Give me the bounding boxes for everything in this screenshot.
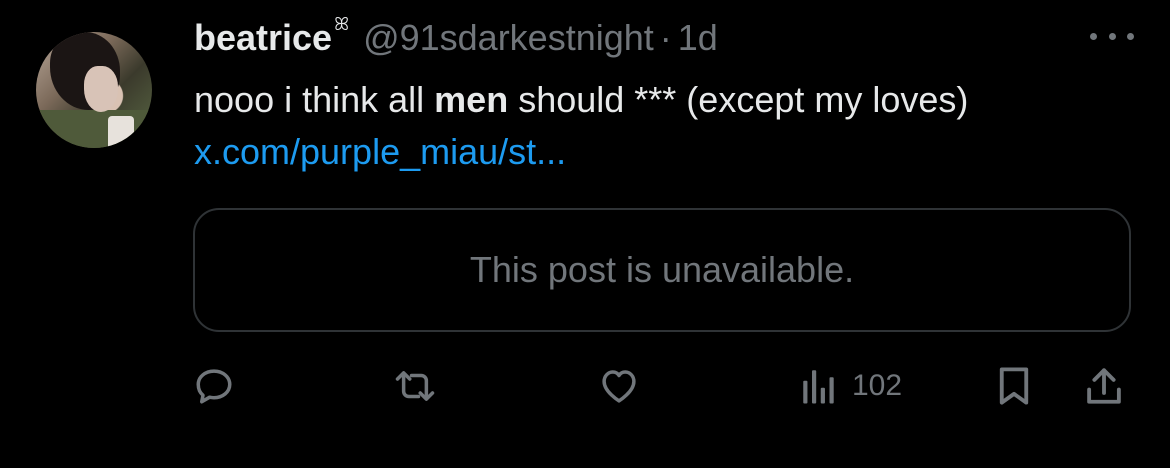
name-badge-icon: ꕤ [334, 13, 350, 34]
share-icon [1087, 368, 1121, 404]
views-count: 102 [852, 369, 903, 402]
bookmark-button[interactable] [995, 356, 1033, 416]
avatar-face [84, 66, 118, 112]
tweet[interactable]: beatrice ꕤ @91sdarkestnight · 1d nooo i … [0, 0, 1170, 468]
separator-dot: · [659, 17, 672, 58]
author-handle[interactable]: @91sdarkestnight [363, 17, 654, 59]
action-bar: 102 [0, 356, 1170, 416]
views-button[interactable]: 102 [800, 356, 902, 416]
like-icon [602, 370, 636, 403]
reply-icon [196, 369, 232, 404]
avatar[interactable] [36, 32, 152, 148]
like-button[interactable] [597, 356, 641, 416]
tweet-text-bold: men [434, 79, 509, 120]
tweet-link[interactable]: x.com/purple_miau/st... [194, 131, 566, 172]
tweet-text-part1: nooo i think all [194, 79, 435, 120]
unavailable-message: This post is unavailable. [469, 249, 855, 290]
timestamp[interactable]: 1d [678, 17, 718, 59]
quoted-post-card[interactable]: This post is unavailable. [193, 208, 1131, 332]
more-icon[interactable] [1090, 24, 1134, 48]
tweet-text-part2: should *** (except my loves) [508, 79, 969, 120]
tweet-text: nooo i think all men should *** (except … [194, 74, 1094, 178]
avatar-shirt [108, 116, 134, 148]
bookmark-icon [999, 367, 1029, 405]
repost-icon [395, 371, 435, 401]
views-icon [803, 370, 834, 404]
repost-button[interactable] [392, 356, 438, 416]
avatar-jacket [36, 110, 152, 148]
tweet-header: beatrice ꕤ @91sdarkestnight · 1d [194, 12, 718, 64]
author-name[interactable]: beatrice [194, 17, 332, 59]
reply-button[interactable] [193, 356, 235, 416]
share-button[interactable] [1084, 356, 1124, 416]
